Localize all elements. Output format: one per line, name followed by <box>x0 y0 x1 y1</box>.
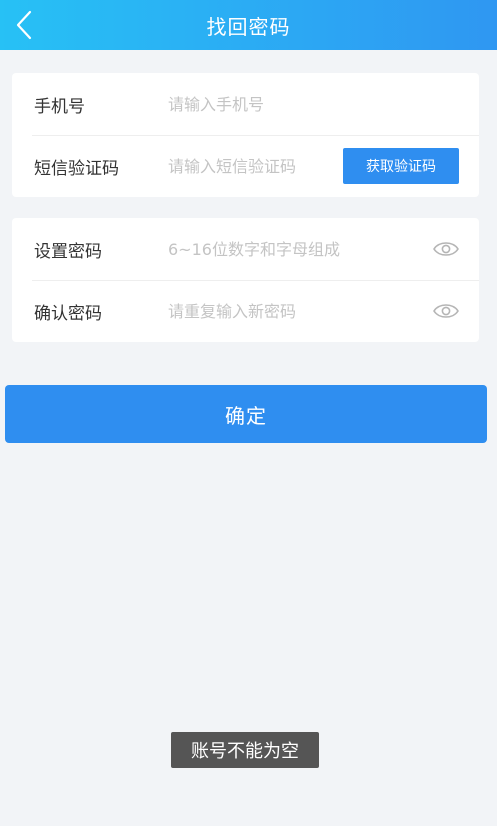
phone-input[interactable] <box>168 94 348 114</box>
set-password-input[interactable] <box>168 239 418 259</box>
confirm-password-label: 确认密码 <box>34 303 102 324</box>
password-card: 设置密码 确认密码 <box>12 218 479 342</box>
chevron-left-icon <box>16 10 32 40</box>
error-toast: 账号不能为空 <box>171 732 319 768</box>
confirm-button[interactable]: 确定 <box>5 385 487 443</box>
back-button[interactable] <box>8 4 40 46</box>
phone-label: 手机号 <box>34 96 85 117</box>
confirm-password-input[interactable] <box>168 301 418 321</box>
eye-icon <box>433 304 459 318</box>
sms-code-label: 短信验证码 <box>34 158 119 179</box>
show-confirm-password-toggle[interactable] <box>432 299 460 323</box>
page-title: 找回密码 <box>206 14 291 39</box>
set-password-label: 设置密码 <box>34 241 102 262</box>
confirm-password-row: 确认密码 <box>12 280 479 342</box>
get-code-button[interactable]: 获取验证码 <box>343 148 459 184</box>
show-password-toggle[interactable] <box>432 237 460 261</box>
sms-code-row: 短信验证码 获取验证码 <box>12 135 479 197</box>
eye-icon <box>433 242 459 256</box>
app-header: 找回密码 <box>0 0 497 50</box>
set-password-row: 设置密码 <box>12 218 479 280</box>
phone-row: 手机号 <box>12 73 479 135</box>
sms-code-input[interactable] <box>168 156 348 176</box>
verification-card: 手机号 短信验证码 获取验证码 <box>12 73 479 197</box>
